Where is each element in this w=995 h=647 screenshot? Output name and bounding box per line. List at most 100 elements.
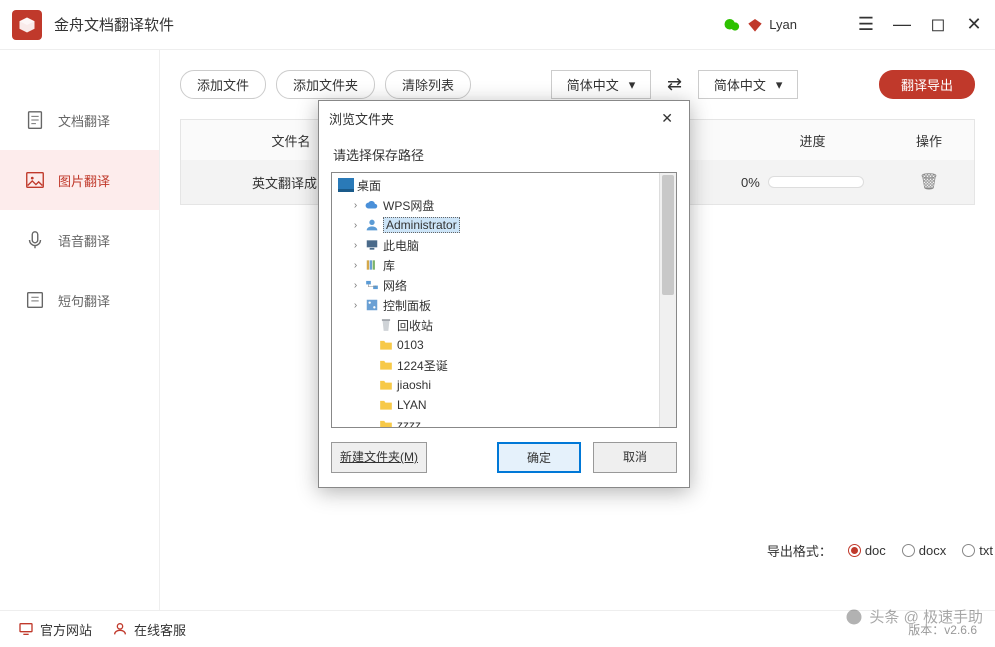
desktop-icon (338, 177, 354, 193)
tree-item-label: Administrator (383, 217, 460, 233)
tree-item-label: 1224圣诞 (397, 357, 448, 374)
text-icon (24, 289, 46, 311)
bin-icon (378, 317, 394, 333)
net-icon (364, 277, 380, 293)
monitor-icon (18, 621, 34, 637)
tree-item[interactable]: ›LYAN (332, 395, 676, 415)
maximize-icon[interactable]: ◻ (929, 16, 947, 34)
sidebar-item-sentence[interactable]: 短句翻译 (0, 270, 159, 330)
vip-icon[interactable] (747, 17, 763, 33)
chevron-down-icon: ▾ (629, 77, 636, 93)
tree-item-label: 控制面板 (383, 297, 431, 314)
export-button[interactable]: 翻译导出 (879, 70, 975, 99)
scrollbar[interactable] (659, 173, 676, 427)
pc-icon (364, 237, 380, 253)
cloud-icon (364, 197, 380, 213)
mic-icon (24, 229, 46, 251)
official-site-link[interactable]: 官方网站 (18, 620, 92, 639)
folder-icon (378, 337, 394, 353)
tree-item[interactable]: ›1224圣诞 (332, 355, 676, 375)
document-icon (24, 109, 46, 131)
tree-item-label: 网络 (383, 277, 407, 294)
sidebar-label: 文档翻译 (58, 111, 110, 130)
expander-icon[interactable]: › (350, 220, 361, 231)
tree-item[interactable]: ›回收站 (332, 315, 676, 335)
tree-item-label: 0103 (397, 338, 424, 352)
ok-button[interactable]: 确定 (497, 442, 581, 473)
tree-root[interactable]: 桌面 (332, 175, 676, 195)
tree-item-label: 此电脑 (383, 237, 419, 254)
expander-icon[interactable]: › (350, 260, 361, 271)
folder-icon (378, 417, 394, 428)
tree-item[interactable]: › Administrator (332, 215, 676, 235)
lang-to-dropdown[interactable]: 简体中文 ▾ (698, 70, 798, 99)
col-action: 操作 (884, 131, 974, 150)
tree-item[interactable]: › 控制面板 (332, 295, 676, 315)
clear-list-button[interactable]: 清除列表 (385, 70, 471, 99)
scroll-thumb[interactable] (662, 175, 674, 295)
expander-icon[interactable]: › (350, 200, 361, 211)
export-label: 导出格式： (767, 541, 832, 560)
lang-from-dropdown[interactable]: 简体中文 ▾ (551, 70, 651, 99)
folder-tree: 桌面 ›WPS网盘›Administrator›此电脑›库›网络›控制面板›回收… (331, 172, 677, 428)
expander-icon[interactable]: › (350, 240, 361, 251)
radio-docx[interactable]: docx (902, 543, 946, 558)
expander-icon[interactable]: › (350, 300, 361, 311)
titlebar: 金舟文档翻译软件 Lyan ☰ — ◻ ✕ (0, 0, 995, 50)
headset-icon (112, 621, 128, 637)
menu-icon[interactable]: ☰ (857, 16, 875, 34)
radio-txt[interactable]: txt (962, 543, 993, 558)
tree-item[interactable]: ›zzzz (332, 415, 676, 428)
user-icon (364, 217, 380, 233)
wechat-icon[interactable] (723, 16, 741, 34)
chevron-down-icon: ▾ (776, 77, 783, 93)
folder-icon (378, 357, 394, 373)
sidebar-item-audio[interactable]: 语音翻译 (0, 210, 159, 270)
tree-item-label: 库 (383, 257, 395, 274)
cancel-button[interactable]: 取消 (593, 442, 677, 473)
lang-from-label: 简体中文 (567, 75, 619, 94)
app-logo (12, 10, 42, 40)
sidebar-label: 短句翻译 (58, 291, 110, 310)
radio-doc[interactable]: doc (848, 543, 886, 558)
dialog-subtitle: 请选择保存路径 (319, 135, 689, 172)
toolbar: 添加文件 添加文件夹 清除列表 简体中文 ▾ ⇄ 简体中文 ▾ 翻译导出 (180, 70, 975, 99)
add-file-button[interactable]: 添加文件 (180, 70, 266, 99)
tree-item-label: 回收站 (397, 317, 433, 334)
tree-item[interactable]: ›jiaoshi (332, 375, 676, 395)
lib-icon (364, 257, 380, 273)
close-icon[interactable]: ✕ (965, 16, 983, 34)
ctrl-icon (364, 297, 380, 313)
sidebar-label: 图片翻译 (58, 171, 110, 190)
swap-icon[interactable]: ⇄ (661, 74, 688, 95)
dialog-close-icon[interactable]: ✕ (655, 108, 679, 129)
sidebar-item-image[interactable]: 图片翻译 (0, 150, 159, 210)
add-folder-button[interactable]: 添加文件夹 (276, 70, 375, 99)
sidebar-label: 语音翻译 (58, 231, 110, 250)
tree-item-label: LYAN (397, 398, 427, 412)
sidebar-item-document[interactable]: 文档翻译 (0, 90, 159, 150)
tree-item[interactable]: › 此电脑 (332, 235, 676, 255)
tree-item-label: WPS网盘 (383, 197, 434, 214)
lang-to-label: 简体中文 (714, 75, 766, 94)
watermark: 头条 @ 极速手助 (845, 606, 983, 627)
tree-item[interactable]: ›库 (332, 255, 676, 275)
tree-item-label: jiaoshi (397, 378, 431, 392)
support-link[interactable]: 在线客服 (112, 620, 186, 639)
tree-item[interactable]: › WPS网盘 (332, 195, 676, 215)
minimize-icon[interactable]: — (893, 16, 911, 34)
image-icon (24, 169, 46, 191)
tree-item[interactable]: ›0103 (332, 335, 676, 355)
folder-icon (378, 397, 394, 413)
expander-icon[interactable]: › (350, 280, 361, 291)
username[interactable]: Lyan (769, 17, 797, 32)
tree-item-label: zzzz (397, 418, 421, 428)
new-folder-button[interactable]: 新建文件夹(M) (331, 442, 427, 473)
folder-icon (378, 377, 394, 393)
sidebar: 文档翻译 图片翻译 语音翻译 短句翻译 (0, 50, 160, 610)
tree-item[interactable]: › 网络 (332, 275, 676, 295)
dialog-title: 浏览文件夹 (329, 109, 394, 128)
delete-icon[interactable]: 🗑 (919, 174, 939, 191)
app-title: 金舟文档翻译软件 (54, 14, 174, 35)
browse-folder-dialog: 浏览文件夹 ✕ 请选择保存路径 桌面 ›WPS网盘›Administrator›… (318, 100, 690, 488)
